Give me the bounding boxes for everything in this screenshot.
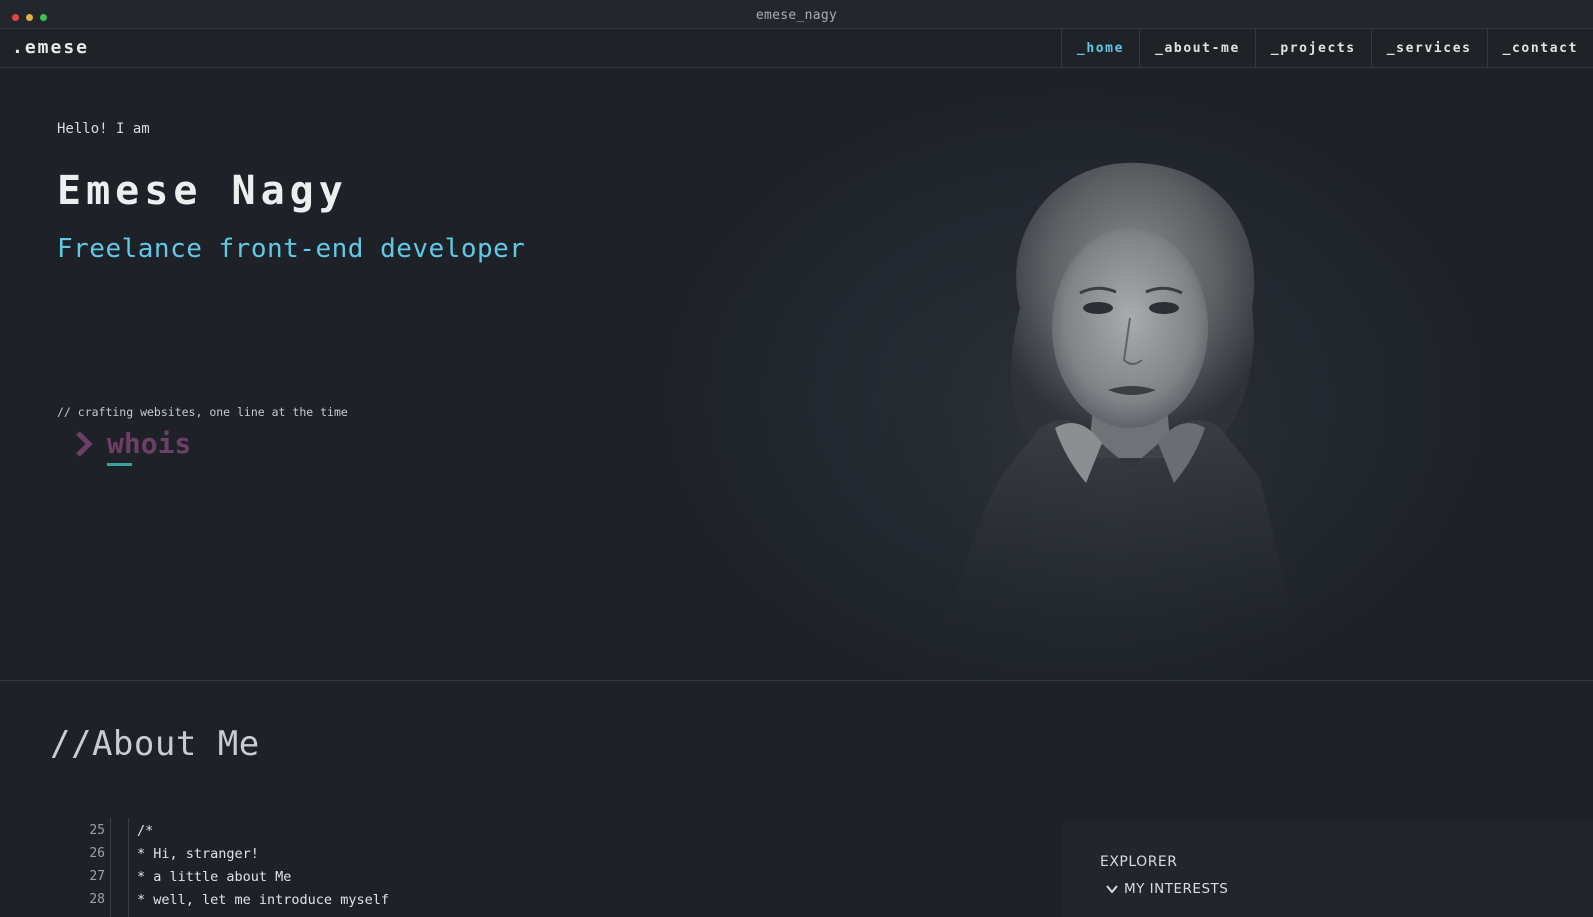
code-indent-guide xyxy=(128,818,129,917)
title-bar: emese_nagy xyxy=(0,0,1593,29)
code-text: * Hi, stranger! xyxy=(137,846,259,862)
chevron-down-icon xyxy=(1106,885,1118,894)
explorer-title: EXPLORER xyxy=(1100,854,1178,870)
nav-link-home[interactable]: _home xyxy=(1060,29,1139,68)
top-navigation: .emese _home _about-me _projects _servic… xyxy=(0,29,1593,68)
nav-link-contact[interactable]: _contact xyxy=(1486,29,1593,68)
code-text: * well, let me introduce myself xyxy=(137,892,389,908)
line-number: 28 xyxy=(89,892,105,907)
hero-greeting: Hello! I am xyxy=(57,121,150,137)
site-logo[interactable]: .emese xyxy=(12,37,89,58)
explorer-folder-label: MY INTERESTS xyxy=(1124,881,1229,897)
code-gutter-divider xyxy=(110,818,111,917)
hero-section: Hello! I am Emese Nagy Freelance front-e… xyxy=(0,68,1593,681)
about-section-title: //About Me xyxy=(50,724,260,764)
window-title: emese_nagy xyxy=(755,8,838,23)
app-window: emese_nagy .emese _home _about-me _proje… xyxy=(0,0,1593,917)
whois-command[interactable]: whois xyxy=(107,427,191,460)
code-text: /* xyxy=(137,823,154,839)
line-number: 27 xyxy=(89,869,105,884)
prompt-chevron-icon xyxy=(76,431,93,457)
nav-link-about-me[interactable]: _about-me xyxy=(1139,29,1255,68)
hero-role: Freelance front-end developer xyxy=(57,234,526,264)
hero-comment: // crafting websites, one line at the ti… xyxy=(57,405,348,419)
blinking-cursor xyxy=(107,463,132,466)
profile-portrait xyxy=(885,162,1345,658)
explorer-panel: EXPLORER MY INTERESTS xyxy=(1063,820,1593,917)
nav-link-services[interactable]: _services xyxy=(1370,29,1487,68)
line-number: 26 xyxy=(89,846,105,861)
nav-link-projects[interactable]: _projects xyxy=(1254,29,1371,68)
line-number: 25 xyxy=(89,823,105,838)
hero-name: Emese Nagy xyxy=(57,168,348,214)
code-text: * a little about Me xyxy=(137,869,292,885)
explorer-folder-my-interests[interactable]: MY INTERESTS xyxy=(1106,881,1228,897)
nav-links: _home _about-me _projects _services _con… xyxy=(1060,29,1593,68)
